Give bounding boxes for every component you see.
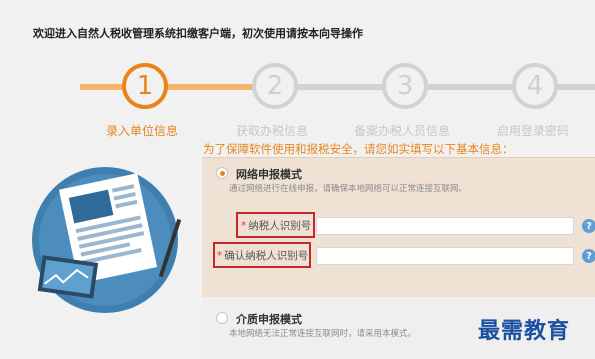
online-mode-title: 网络申报模式 xyxy=(236,168,302,181)
taxpayer-id-input[interactable] xyxy=(316,217,574,235)
help-icon[interactable]: ? xyxy=(582,249,595,263)
step-2-label: 获取办税信息 xyxy=(236,124,309,138)
step-3-circle: 3 xyxy=(382,63,428,109)
step-1-label: 录入单位信息 xyxy=(106,124,179,138)
watermark-logo: 最需教育 xyxy=(478,318,571,344)
step-2-circle: 2 xyxy=(252,63,298,109)
form-notice: 为了保障软件使用和报税安全，请您如实填写以下基本信息： xyxy=(203,142,514,156)
step-connector-left xyxy=(80,84,125,90)
confirm-taxpayer-id-label: * 确认纳税人识别号 xyxy=(217,250,309,262)
step-4-circle: 4 xyxy=(512,63,558,109)
step-connector-right xyxy=(555,84,595,90)
required-mark: * xyxy=(217,250,223,262)
step-4-label: 启用登录密码 xyxy=(497,124,570,138)
media-mode-radio[interactable] xyxy=(216,312,228,324)
required-mark: * xyxy=(241,220,247,232)
step-1-circle: 1 xyxy=(122,63,168,109)
step-connector-2-3 xyxy=(295,84,385,90)
media-mode-title: 介质申报模式 xyxy=(236,313,302,326)
step-3-label: 备案办税人员信息 xyxy=(354,124,451,138)
online-mode-description: 通过网络进行在线申报，请确保本地网络可以正常连接互联网。 xyxy=(229,184,468,194)
taxpayer-id-label: * 纳税人识别号 xyxy=(241,220,312,232)
confirm-taxpayer-id-input[interactable] xyxy=(316,247,574,265)
step-connector-1-2 xyxy=(165,84,255,90)
step-connector-3-4 xyxy=(425,84,515,90)
page-title: 欢迎进入自然人税收管理系统扣缴客户端，初次使用请按本向导操作 xyxy=(33,27,363,40)
help-icon[interactable]: ? xyxy=(582,219,595,233)
document-illustration xyxy=(32,167,182,313)
media-mode-description: 本地网络无法正常连接互联网时，请采用本模式。 xyxy=(229,329,417,339)
online-mode-radio[interactable] xyxy=(216,167,228,179)
